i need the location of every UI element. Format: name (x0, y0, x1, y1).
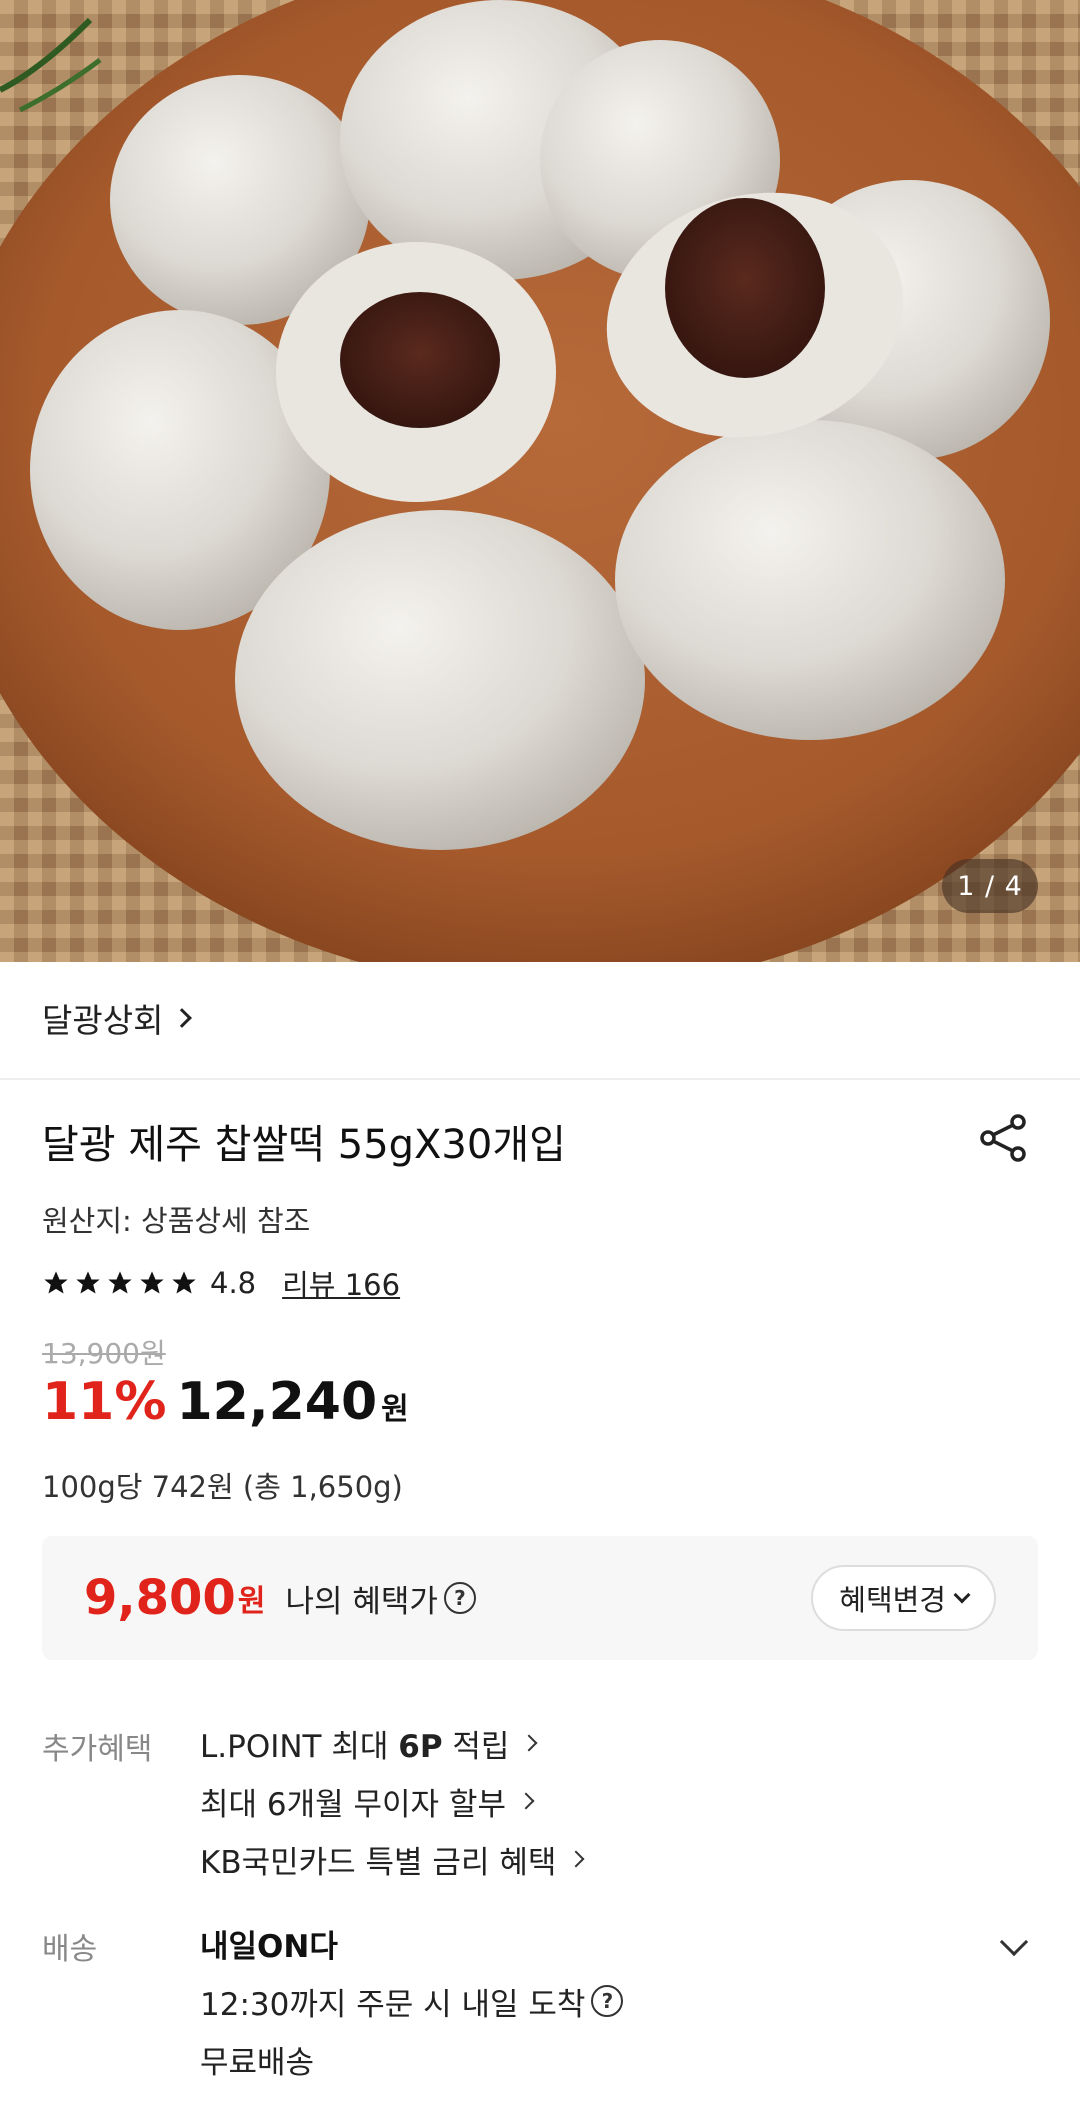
delivery-expand-toggle[interactable] (999, 1927, 1029, 1957)
delivery-eta: 12:30까지 주문 시 내일 도착 ? (200, 1972, 624, 2030)
divider (0, 1078, 1080, 1080)
price-row: 11% 12,240 원 (42, 1372, 409, 1432)
delivery-fee: 무료배송 (200, 2044, 315, 2081)
benefit-label: 나의 혜택가 (285, 1583, 438, 1620)
benefit-price: 9,800 (84, 1570, 236, 1626)
benefit-item-text: 적립 (442, 1728, 510, 1765)
chevron-right-icon (520, 1734, 538, 1752)
benefit-item-text: L.POINT 최대 (200, 1728, 399, 1765)
extra-benefits-label: 추가혜택 (42, 1732, 153, 1767)
delivery-title: 내일ON다 (200, 1928, 338, 1965)
seller-link[interactable]: 달광상회 (42, 992, 193, 1044)
help-icon[interactable]: ? (591, 1985, 624, 2017)
benefit-item-installment[interactable]: 최대 6개월 무이자 할부 (200, 1772, 582, 1830)
sale-price: 12,240 (176, 1372, 378, 1432)
help-icon[interactable]: ? (443, 1582, 476, 1614)
rating-stars (42, 1269, 198, 1297)
benefit-price-unit: 원 (237, 1584, 266, 1619)
original-price: 13,900원 (42, 1337, 166, 1370)
seller-name: 달광상회 (42, 1001, 164, 1040)
benefit-item-kbcard[interactable]: KB국민카드 특별 금리 혜택 (200, 1830, 585, 1888)
price-unit: 원 (381, 1392, 409, 1427)
unit-price: 100g당 742원 (총 1,650g) (42, 1470, 403, 1504)
review-link[interactable]: 리뷰 166 (282, 1262, 400, 1304)
benefit-item-text: KB국민카드 특별 금리 혜택 (200, 1844, 557, 1881)
chevron-right-icon (517, 1792, 535, 1810)
star-icon (44, 1271, 68, 1294)
benefit-item-lpoint[interactable]: L.POINT 최대 6P 적립 (200, 1714, 582, 1772)
star-icon (76, 1271, 100, 1294)
my-benefit-box: 9,800 원 나의 혜택가 ? 혜택변경 (42, 1536, 1038, 1660)
delivery-label: 배송 (42, 1932, 98, 1967)
delivery-eta-text: 12:30까지 주문 시 내일 도착 (200, 1986, 586, 2023)
chevron-right-icon (567, 1850, 585, 1868)
star-icon (108, 1271, 132, 1294)
change-benefit-button[interactable]: 혜택변경 (811, 1565, 996, 1631)
origin-info: 원산지: 상품상세 참조 (42, 1204, 311, 1238)
chevron-down-icon (953, 1586, 971, 1604)
product-title: 달광 제주 찹쌀떡 55gX30개입 (42, 1122, 566, 1168)
rating-row: 4.8 리뷰 166 (42, 1262, 400, 1304)
star-icon (172, 1271, 196, 1294)
image-counter: 1 / 4 (942, 859, 1038, 913)
benefit-item-bold: 6P (398, 1728, 443, 1765)
chevron-down-icon (999, 1927, 1029, 1957)
product-image-gallery[interactable]: 1 / 4 (0, 0, 1080, 962)
discount-rate: 11% (42, 1372, 167, 1432)
rating-value: 4.8 (210, 1266, 257, 1300)
delivery-info: 내일ON다 12:30까지 주문 시 내일 도착 ? 무료배송 (200, 1914, 624, 2088)
chevron-right-icon (172, 1008, 193, 1028)
share-icon[interactable] (978, 1112, 1030, 1164)
star-icon (140, 1271, 164, 1294)
extra-benefits-list: L.POINT 최대 6P 적립 최대 6개월 무이자 할부 KB국민카드 특별… (200, 1714, 585, 1888)
benefit-item-text: 최대 6개월 무이자 할부 (200, 1786, 506, 1823)
change-benefit-label: 혜택변경 (839, 1583, 946, 1617)
product-photo (0, 0, 1080, 962)
